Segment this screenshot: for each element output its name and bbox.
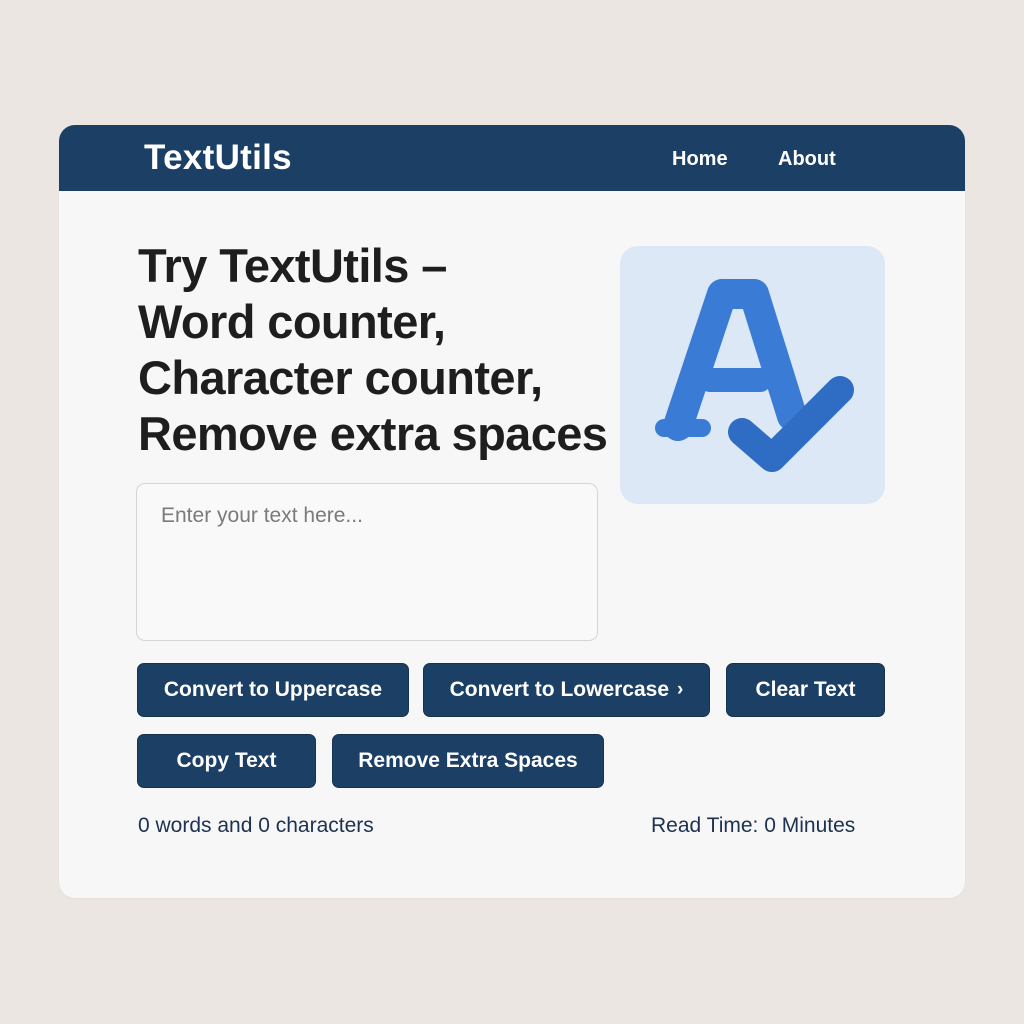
page-title-line: Character counter,: [138, 351, 543, 404]
remove-extra-spaces-button[interactable]: Remove Extra Spaces: [332, 734, 604, 788]
nav-link-home[interactable]: Home: [672, 147, 728, 171]
clear-text-button[interactable]: Clear Text: [726, 663, 885, 717]
word-character-count: 0 words and 0 characters: [138, 814, 374, 837]
nav-link-about[interactable]: About: [778, 147, 836, 171]
page-title-line: Word counter,: [138, 295, 446, 348]
copy-text-label: Copy Text: [176, 749, 277, 772]
convert-uppercase-button[interactable]: Convert to Uppercase: [137, 663, 409, 717]
copy-text-button[interactable]: Copy Text: [137, 734, 316, 788]
brand-logo[interactable]: TextUtils: [144, 138, 292, 178]
read-time: Read Time: 0 Minutes: [651, 814, 856, 837]
spellcheck-a-icon: [655, 279, 854, 472]
text-input[interactable]: [136, 483, 598, 641]
hero-logo-tile: [620, 246, 885, 504]
page-title-line: Try TextUtils –: [138, 239, 447, 292]
page-title-line: Remove extra spaces: [138, 407, 608, 460]
clear-text-label: Clear Text: [755, 678, 856, 701]
page-title: Try TextUtils – Word counter, Character …: [138, 238, 618, 462]
app-window: TextUtils Home About Try TextUtils – Wor…: [59, 125, 965, 898]
remove-extra-spaces-label: Remove Extra Spaces: [358, 749, 578, 772]
chevron-right-icon: ›: [677, 679, 684, 700]
navbar: TextUtils Home About: [59, 125, 965, 191]
convert-lowercase-button[interactable]: Convert to Lowercase ›: [423, 663, 710, 717]
convert-lowercase-label: Convert to Lowercase: [449, 678, 670, 701]
convert-uppercase-label: Convert to Uppercase: [163, 678, 383, 701]
